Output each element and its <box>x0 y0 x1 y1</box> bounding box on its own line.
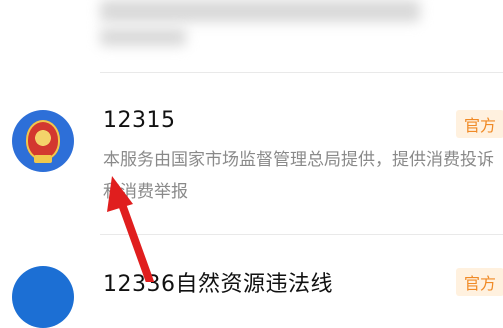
red-arrow-annotation <box>107 176 154 282</box>
